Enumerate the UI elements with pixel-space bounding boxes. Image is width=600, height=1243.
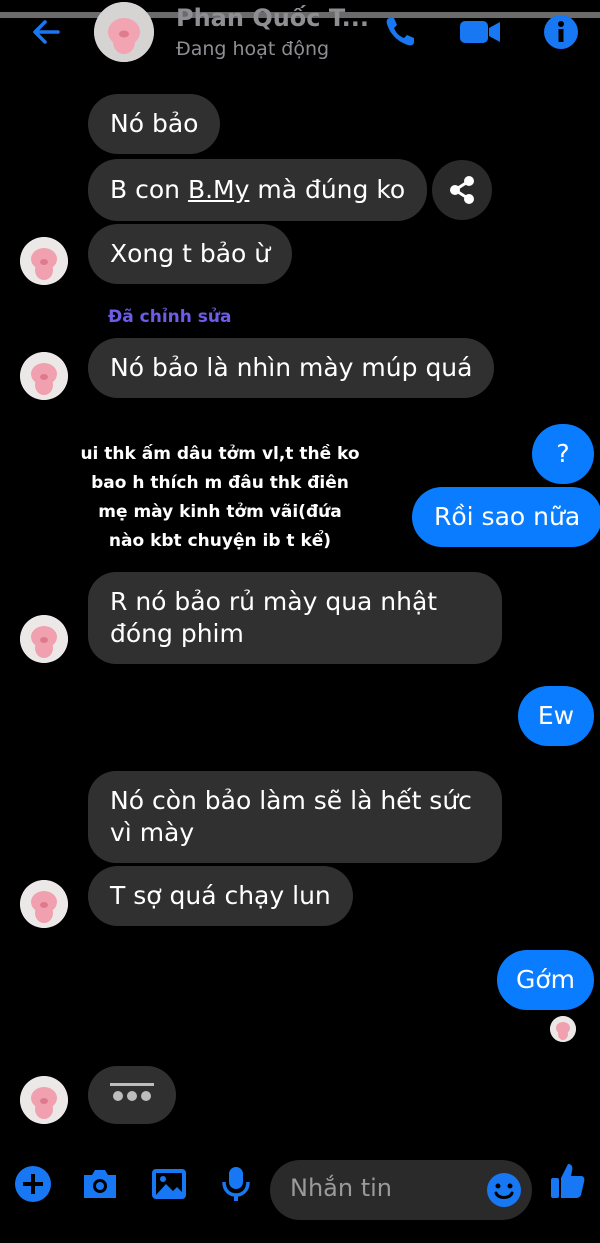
overlay-caption: ui thk ấm dâu tởm vl,t thề ko bao h thíc… bbox=[70, 440, 370, 556]
pig-avatar-icon bbox=[20, 615, 68, 663]
conversation-header: Phan Quốc T... Đang hoạt động bbox=[0, 0, 600, 70]
share-button[interactable] bbox=[432, 160, 492, 220]
message-input-placeholder: Nhắn tin bbox=[290, 1174, 392, 1202]
overlay-line: nào kbt chuyện ib t kể) bbox=[108, 531, 332, 551]
message-bubble-received[interactable]: B con B.My mà đúng ko bbox=[88, 159, 428, 221]
active-status: Đang hoạt động bbox=[176, 38, 330, 60]
emoji-icon[interactable] bbox=[486, 1172, 522, 1208]
mention-link[interactable]: B.My bbox=[188, 175, 249, 204]
message-bubble-received[interactable]: T sợ quá chạy lun bbox=[88, 866, 353, 926]
pig-avatar-icon bbox=[94, 2, 154, 62]
edited-label: Đã chỉnh sửa bbox=[108, 307, 232, 327]
message-text: mà đúng ko bbox=[249, 175, 406, 204]
share-icon bbox=[450, 176, 474, 204]
typing-indicator bbox=[88, 1066, 176, 1124]
sender-avatar[interactable] bbox=[20, 880, 68, 928]
message-bubble-received[interactable]: Nó bảo là nhìn mày múp quá bbox=[88, 338, 495, 398]
pig-avatar-icon bbox=[550, 1016, 576, 1042]
message-bubble-sent[interactable]: ? bbox=[532, 424, 594, 484]
message-bubble-sent[interactable]: Rồi sao nữa bbox=[412, 487, 600, 547]
overlay-line: bao h thích m đâu thk điên bbox=[91, 473, 349, 493]
video-camera-icon[interactable] bbox=[458, 14, 502, 50]
message-bubble-received[interactable]: Xong t bảo ừ bbox=[88, 224, 293, 284]
message-bubble-sent[interactable]: Gớm bbox=[497, 950, 594, 1010]
sender-avatar[interactable] bbox=[20, 237, 68, 285]
back-arrow-icon[interactable] bbox=[28, 14, 64, 50]
phone-icon[interactable] bbox=[382, 14, 418, 50]
pig-avatar-icon bbox=[20, 880, 68, 928]
overlay-line: mẹ mày kinh tởm vãi(đứa bbox=[98, 502, 342, 522]
pig-avatar-icon bbox=[20, 352, 68, 400]
message-bubble-received[interactable]: R nó bảo rủ mày qua nhật đóng phim bbox=[88, 572, 502, 664]
message-text: B con bbox=[110, 175, 188, 204]
image-icon[interactable] bbox=[149, 1165, 189, 1203]
plus-icon[interactable] bbox=[14, 1165, 52, 1203]
message-bubble-sent[interactable]: Ew bbox=[518, 686, 594, 746]
overlay-line: ui thk ấm dâu tởm vl,t thề ko bbox=[80, 444, 360, 464]
message-input[interactable]: Nhắn tin bbox=[270, 1160, 532, 1220]
contact-name[interactable]: Phan Quốc T... bbox=[176, 4, 369, 32]
sender-avatar[interactable] bbox=[20, 352, 68, 400]
info-icon[interactable] bbox=[543, 14, 579, 50]
message-bubble-received[interactable]: Nó còn bảo làm sẽ là hết sức vì mày bbox=[88, 771, 502, 863]
pig-avatar-icon bbox=[20, 237, 68, 285]
thumbs-up-icon[interactable] bbox=[548, 1160, 588, 1202]
pig-avatar-icon bbox=[20, 1076, 68, 1124]
contact-avatar[interactable] bbox=[94, 2, 154, 62]
sender-avatar[interactable] bbox=[20, 1076, 68, 1124]
message-bubble-received[interactable]: Nó bảo bbox=[88, 94, 221, 154]
sender-avatar[interactable] bbox=[20, 615, 68, 663]
read-receipt-avatar bbox=[550, 1016, 576, 1042]
microphone-icon[interactable] bbox=[218, 1165, 254, 1203]
typing-dots-icon bbox=[110, 1083, 154, 1101]
camera-icon[interactable] bbox=[80, 1165, 120, 1203]
